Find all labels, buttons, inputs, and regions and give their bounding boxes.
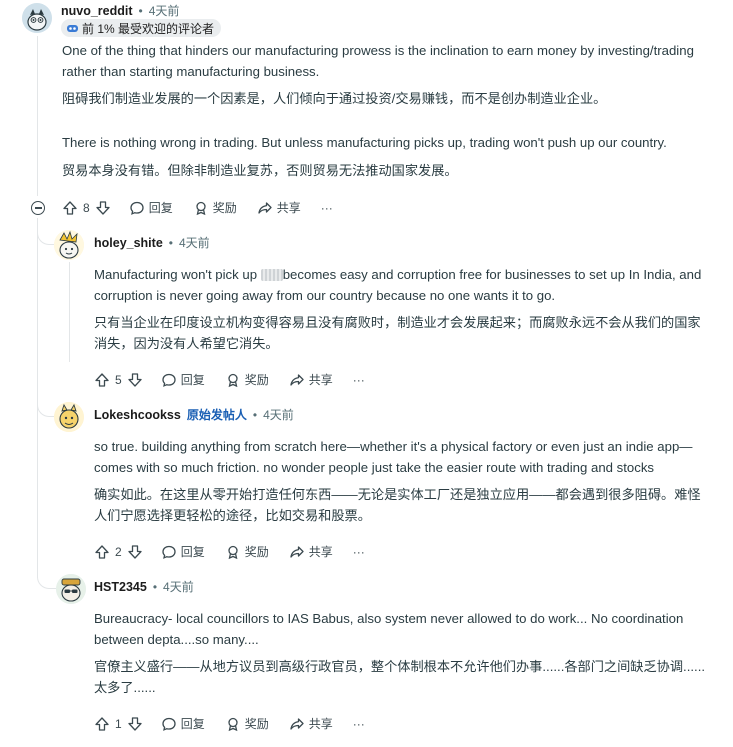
separator-dot: • bbox=[138, 3, 143, 18]
comment-text-zh: 官僚主义盛行——从地方议员到高级行政官员，整个体制根本不允许他们办事......… bbox=[94, 659, 706, 674]
comment-author[interactable]: HST2345 bbox=[94, 580, 147, 594]
comment-text-en: so true. building anything from scratch … bbox=[94, 439, 693, 454]
comment-time[interactable]: 4天前 bbox=[149, 2, 180, 19]
avatar[interactable] bbox=[22, 3, 52, 33]
upvote-icon[interactable] bbox=[94, 372, 110, 388]
comment-text-zh: 人们宁愿选择更轻松的途径，比如交易和股票。 bbox=[94, 508, 371, 523]
comment-text-en: rather than starting manufacturing busin… bbox=[62, 64, 320, 79]
downvote-icon[interactable] bbox=[127, 544, 143, 560]
vote-count: 2 bbox=[115, 544, 122, 559]
comment-time[interactable]: 4天前 bbox=[179, 234, 210, 251]
comment-text-en: between depta....so many.... bbox=[94, 632, 259, 647]
comment-text-zh: 阻碍我们制造业发展的一个因素是，人们倾向于通过投资/交易赚钱，而不是创办制造业企… bbox=[62, 91, 607, 106]
comment-time[interactable]: 4天前 bbox=[163, 578, 194, 595]
avatar[interactable] bbox=[54, 230, 84, 260]
comment-text-zh: 只有当企业在印度设立机构变得容易且没有腐败时，制造业才会发展起来；而腐败永远不会… bbox=[94, 315, 701, 330]
vote-count: 8 bbox=[83, 200, 90, 215]
award-icon bbox=[225, 544, 241, 560]
avatar[interactable] bbox=[54, 402, 84, 432]
comment-text-en: There is nothing wrong in trading. But u… bbox=[62, 135, 667, 150]
share-icon bbox=[289, 716, 305, 732]
share-icon bbox=[257, 200, 273, 216]
comment-bubble-icon bbox=[129, 200, 145, 216]
award-button[interactable]: 奖励 bbox=[225, 543, 269, 560]
share-button[interactable]: 共享 bbox=[257, 199, 301, 216]
award-icon bbox=[225, 716, 241, 732]
comment-text-en: Manufacturing won't pick up becomes easy… bbox=[94, 267, 702, 282]
comment-text-en: comes with so much friction. no wonder p… bbox=[94, 460, 655, 475]
award-button[interactable]: 奖励 bbox=[193, 199, 237, 216]
award-icon bbox=[225, 372, 241, 388]
comment-author[interactable]: nuvo_reddit bbox=[61, 4, 133, 18]
comment-author[interactable]: Lokeshcookss bbox=[94, 408, 181, 422]
more-options-button[interactable]: ··· bbox=[321, 201, 333, 215]
share-icon bbox=[289, 544, 305, 560]
comment-text-en: corruption is never going away from our … bbox=[94, 288, 556, 303]
share-button[interactable]: 共享 bbox=[289, 371, 333, 388]
comment-text-zh: 贸易本身没有错。但除非制造业复苏，否则贸易无法推动国家发展。 bbox=[62, 163, 458, 178]
collapse-thread-button[interactable] bbox=[31, 201, 45, 215]
flair-text: 前 1% 最受欢迎的评论者 bbox=[82, 21, 215, 36]
reply-button[interactable]: 回复 bbox=[161, 371, 205, 388]
comment-time[interactable]: 4天前 bbox=[263, 406, 294, 423]
upvote-icon[interactable] bbox=[94, 544, 110, 560]
comment-author[interactable]: holey_shite bbox=[94, 236, 163, 250]
comment-bubble-icon bbox=[161, 372, 177, 388]
share-button[interactable]: 共享 bbox=[289, 715, 333, 732]
redacted-text bbox=[260, 269, 283, 281]
more-options-button[interactable]: ··· bbox=[353, 373, 365, 387]
reply-button[interactable]: 回复 bbox=[161, 715, 205, 732]
award-button[interactable]: 奖励 bbox=[225, 715, 269, 732]
comment-text-zh: 消失，因为没有人希望它消失。 bbox=[94, 336, 279, 351]
downvote-icon[interactable] bbox=[95, 200, 111, 216]
upvote-icon[interactable] bbox=[94, 716, 110, 732]
comment-text-en: One of the thing that hinders our manufa… bbox=[62, 43, 694, 58]
downvote-icon[interactable] bbox=[127, 716, 143, 732]
vote-count: 5 bbox=[115, 372, 122, 387]
comment-bubble-icon bbox=[161, 544, 177, 560]
reply-button[interactable]: 回复 bbox=[129, 199, 173, 216]
comment-text-en: Bureaucracy- local councillors to IAS Ba… bbox=[94, 611, 684, 626]
separator-dot: • bbox=[152, 579, 158, 594]
award-icon bbox=[193, 200, 209, 216]
vote-count: 1 bbox=[115, 716, 122, 731]
op-badge: 原始发帖人 bbox=[186, 408, 247, 422]
more-options-button[interactable]: ··· bbox=[353, 717, 365, 731]
upvote-icon[interactable] bbox=[62, 200, 78, 216]
downvote-icon[interactable] bbox=[127, 372, 143, 388]
award-button[interactable]: 奖励 bbox=[225, 371, 269, 388]
trophy-icon bbox=[66, 22, 79, 34]
separator-dot: • bbox=[252, 407, 258, 422]
more-options-button[interactable]: ··· bbox=[353, 545, 365, 559]
reply-button[interactable]: 回复 bbox=[161, 543, 205, 560]
comment-text-zh: 确实如此。在这里从零开始打造任何东西——无论是实体工厂还是独立应用——都会遇到很… bbox=[94, 487, 701, 502]
share-icon bbox=[289, 372, 305, 388]
separator-dot: • bbox=[168, 235, 173, 250]
user-flair: 前 1% 最受欢迎的评论者 bbox=[61, 19, 222, 37]
comment-bubble-icon bbox=[161, 716, 177, 732]
avatar[interactable] bbox=[56, 574, 86, 604]
comment-text-zh: 太多了...... bbox=[94, 680, 156, 695]
share-button[interactable]: 共享 bbox=[289, 543, 333, 560]
